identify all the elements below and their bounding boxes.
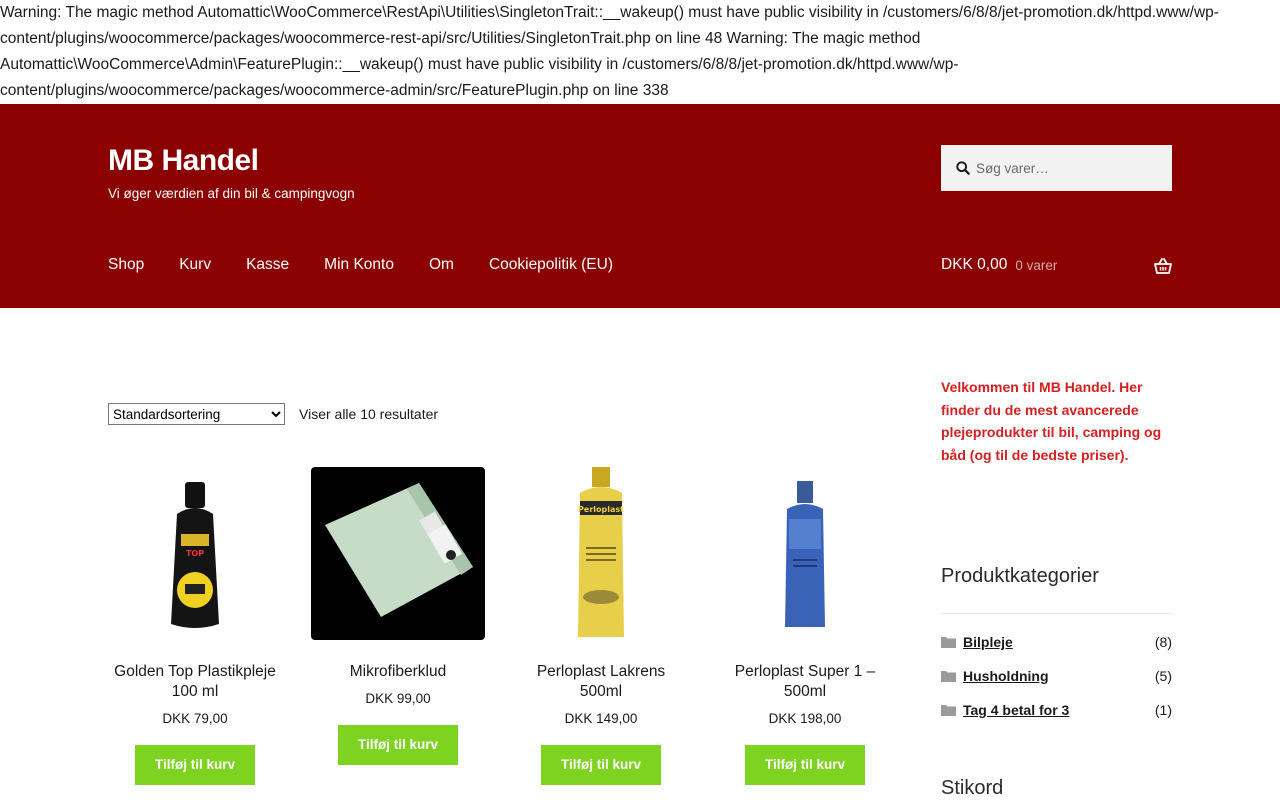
nav-kasse[interactable]: Kasse <box>246 256 289 274</box>
product-card: Perloplast Super 1 – 500ml DKK 198,00 Ti… <box>718 467 892 785</box>
product-image[interactable] <box>311 467 485 640</box>
cart-amount: DKK 0,00 <box>941 256 1008 273</box>
category-count: (8) <box>1154 634 1172 650</box>
product-name[interactable]: Mikrofiberklud <box>311 662 485 682</box>
widget-divider <box>941 613 1172 614</box>
folder-icon <box>941 671 956 682</box>
category-item: Tag 4 betal for 3 (1) <box>941 700 1172 720</box>
nav-cookiepolitik[interactable]: Cookiepolitik (EU) <box>489 256 613 274</box>
site-header <box>0 104 1280 308</box>
product-image[interactable]: TOP <box>108 467 282 640</box>
header-cart[interactable]: DKK 0,00 0 varer <box>941 256 1172 274</box>
product-price: DKK 99,00 <box>365 691 431 706</box>
category-link[interactable]: Tag 4 betal for 3 <box>963 702 1069 718</box>
product-name[interactable]: Golden Top Plastikpleje 100 ml <box>108 662 282 702</box>
product-price: DKK 79,00 <box>162 711 228 726</box>
php-warning-text: Warning: The magic method Automattic\Woo… <box>0 4 1219 99</box>
svg-text:TOP: TOP <box>186 549 204 558</box>
main-navigation: Shop Kurv Kasse Min Konto Om Cookiepolit… <box>108 256 648 274</box>
add-to-cart-button[interactable]: Tilføj til kurv <box>337 725 458 765</box>
welcome-text: Velkommen til MB Handel. Her finder du d… <box>941 379 1162 463</box>
category-item: Bilpleje (8) <box>941 632 1172 652</box>
ordering-select[interactable]: Standardsortering <box>108 403 285 425</box>
site-tagline: Vi øger værdien af din bil & campingvogn <box>108 186 355 201</box>
shopping-basket-icon <box>1154 258 1172 274</box>
folder-icon <box>941 637 956 648</box>
add-to-cart-button[interactable]: Tilføj til kurv <box>134 745 255 785</box>
cart-count: 0 varer <box>1015 257 1058 273</box>
microfiber-cloth-image <box>325 483 473 617</box>
category-link[interactable]: Husholdning <box>963 668 1049 684</box>
black-bottle-image: TOP <box>171 481 219 628</box>
add-to-cart-button[interactable]: Tilføj til kurv <box>540 745 661 785</box>
search-input[interactable] <box>976 160 1166 176</box>
result-count: Viser alle 10 resultater <box>299 406 439 422</box>
product-price: DKK 149,00 <box>564 711 638 726</box>
product-image[interactable] <box>718 467 892 640</box>
product-card: TOP Golden Top Plastikpleje 100 ml DKK 7… <box>108 467 282 785</box>
shop-ordering: Standardsortering Viser alle 10 resultat… <box>108 403 438 425</box>
blue-bottle-image <box>785 480 825 627</box>
product-card: Perloplast Perloplast Lakrens 500ml DKK … <box>514 467 688 785</box>
search-icon <box>956 161 970 175</box>
categories-widget-title: Produktkategorier <box>941 565 1099 587</box>
category-link[interactable]: Bilpleje <box>963 634 1013 650</box>
folder-icon <box>941 705 956 716</box>
product-search[interactable] <box>941 145 1172 191</box>
category-count: (5) <box>1154 668 1172 684</box>
category-count: (1) <box>1154 702 1172 718</box>
product-card: Mikrofiberklud DKK 99,00 Tilføj til kurv <box>311 467 485 765</box>
nav-shop[interactable]: Shop <box>108 256 144 274</box>
product-price: DKK 198,00 <box>768 711 842 726</box>
product-image[interactable]: Perloplast <box>514 467 688 640</box>
site-title[interactable]: MB Handel <box>108 144 259 178</box>
nav-min-konto[interactable]: Min Konto <box>324 256 394 274</box>
yellow-bottle-image: Perloplast <box>578 467 624 637</box>
tags-widget-title: Stikord <box>941 777 1004 799</box>
svg-text:Perloplast: Perloplast <box>578 505 624 514</box>
product-name[interactable]: Perloplast Super 1 – 500ml <box>718 662 892 702</box>
product-name[interactable]: Perloplast Lakrens 500ml <box>514 662 688 702</box>
add-to-cart-button[interactable]: Tilføj til kurv <box>744 745 865 785</box>
nav-om[interactable]: Om <box>429 256 454 274</box>
category-item: Husholdning (5) <box>941 666 1172 686</box>
nav-kurv[interactable]: Kurv <box>179 256 211 274</box>
